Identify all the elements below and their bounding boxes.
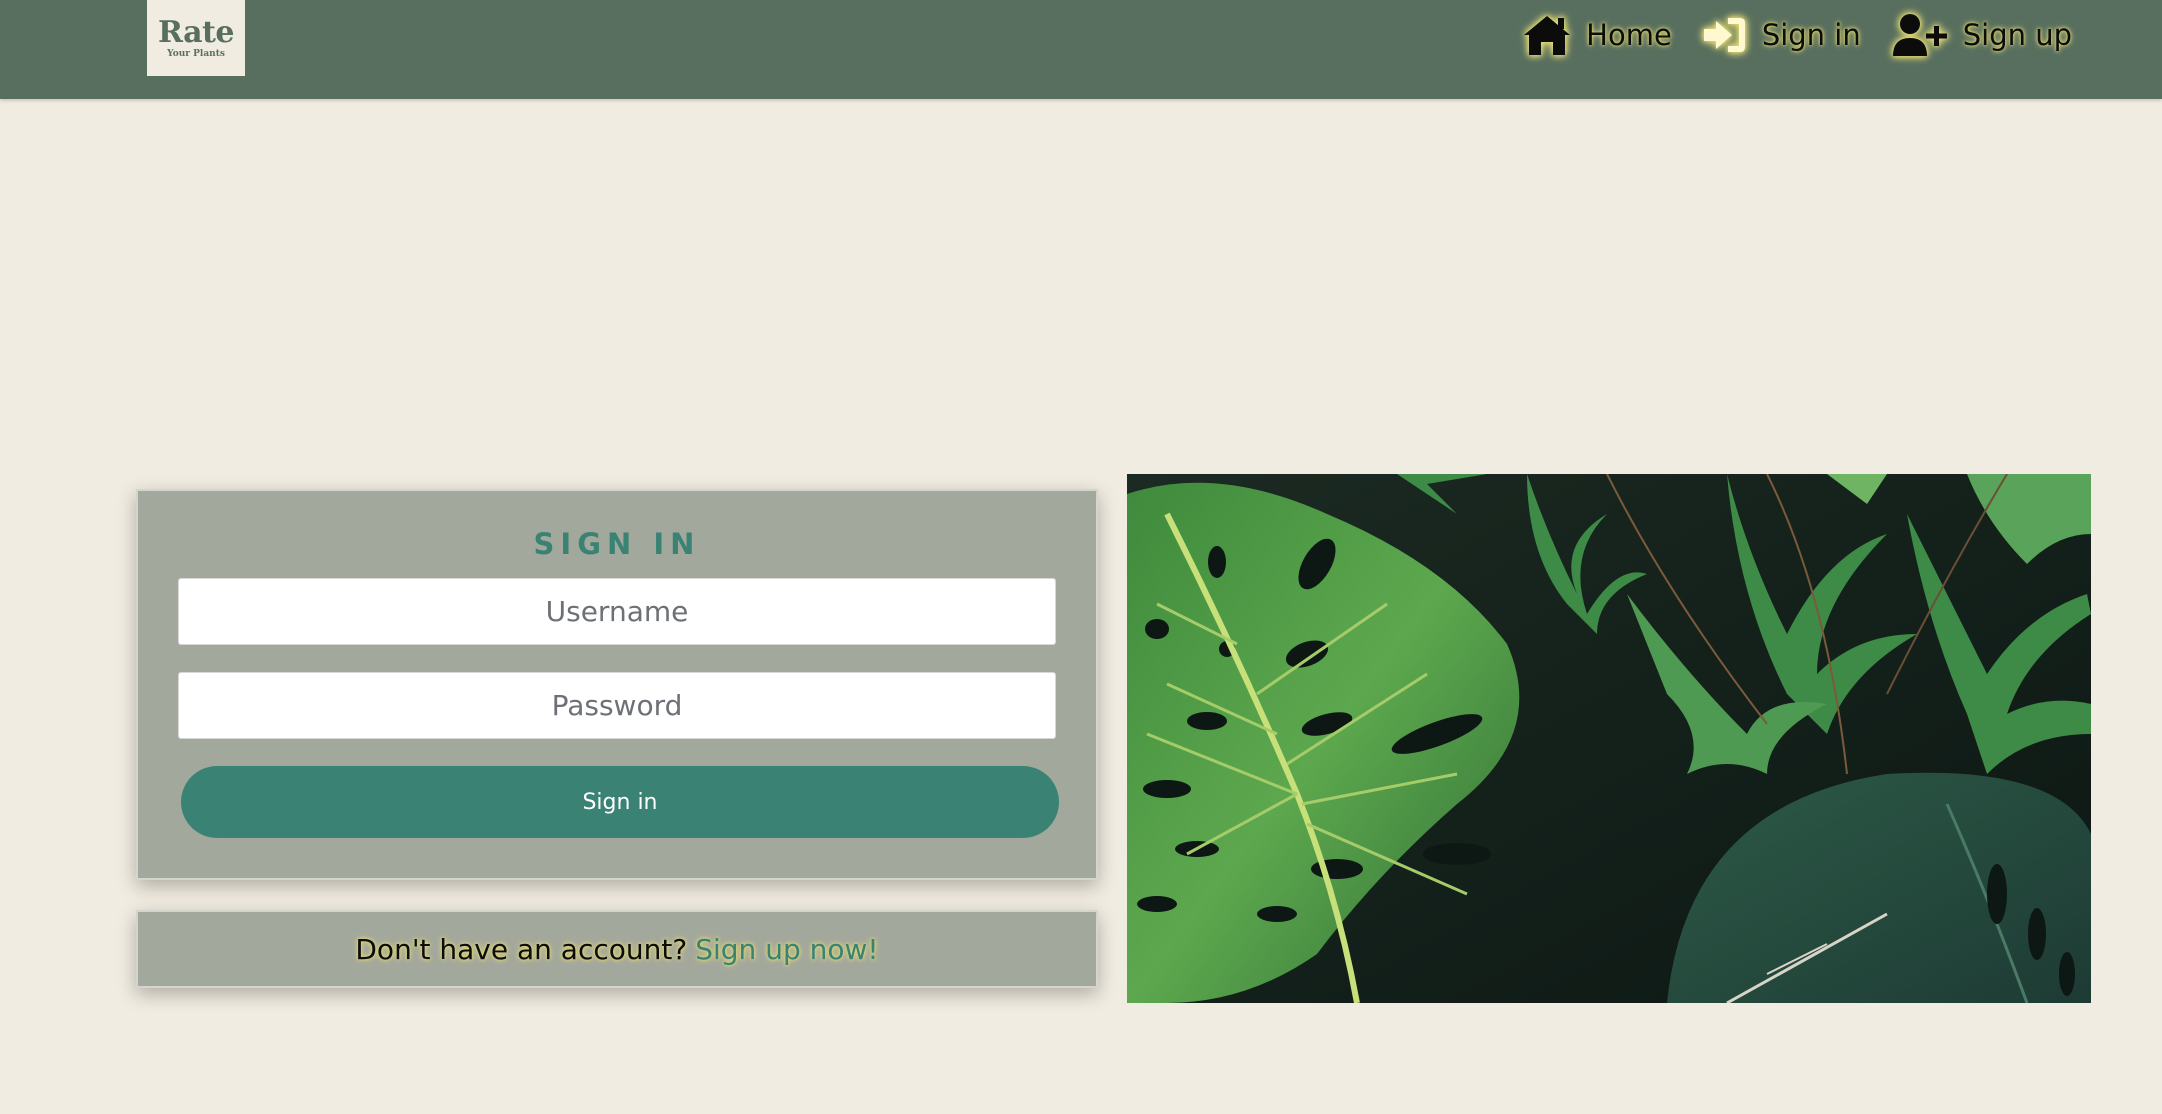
nav-item-sign-in[interactable]: Sign in bbox=[1702, 15, 1861, 55]
nav-label-home: Home bbox=[1586, 18, 1672, 52]
sign-up-prompt: Don't have an account? bbox=[355, 932, 688, 966]
password-input[interactable] bbox=[178, 672, 1056, 739]
main-nav: Home Sign in Sign up bbox=[1492, 12, 2072, 58]
nav-label-sign-in: Sign in bbox=[1761, 18, 1861, 52]
sign-in-title: SIGN IN bbox=[533, 527, 701, 561]
logo-subtext: Your Plants bbox=[167, 48, 225, 59]
sign-in-button[interactable]: Sign in bbox=[181, 766, 1059, 838]
logo-text: Rate bbox=[157, 14, 235, 50]
nav-item-home[interactable]: Home bbox=[1522, 13, 1672, 57]
username-input[interactable] bbox=[178, 578, 1056, 645]
plant-image bbox=[1127, 474, 2091, 1003]
sign-up-card: Don't have an account? Sign up now! bbox=[136, 910, 1098, 988]
brand-logo[interactable]: Rate Your Plants bbox=[147, 0, 245, 76]
nav-label-sign-up: Sign up bbox=[1962, 18, 2072, 52]
home-icon bbox=[1522, 13, 1572, 57]
sign-in-icon bbox=[1702, 15, 1748, 55]
nav-item-sign-up[interactable]: Sign up bbox=[1891, 12, 2072, 58]
navbar: Rate Your Plants Home Sign in Sign up bbox=[0, 0, 2162, 99]
user-plus-icon bbox=[1891, 12, 1949, 58]
sign-up-link[interactable]: Sign up now! bbox=[695, 933, 878, 966]
